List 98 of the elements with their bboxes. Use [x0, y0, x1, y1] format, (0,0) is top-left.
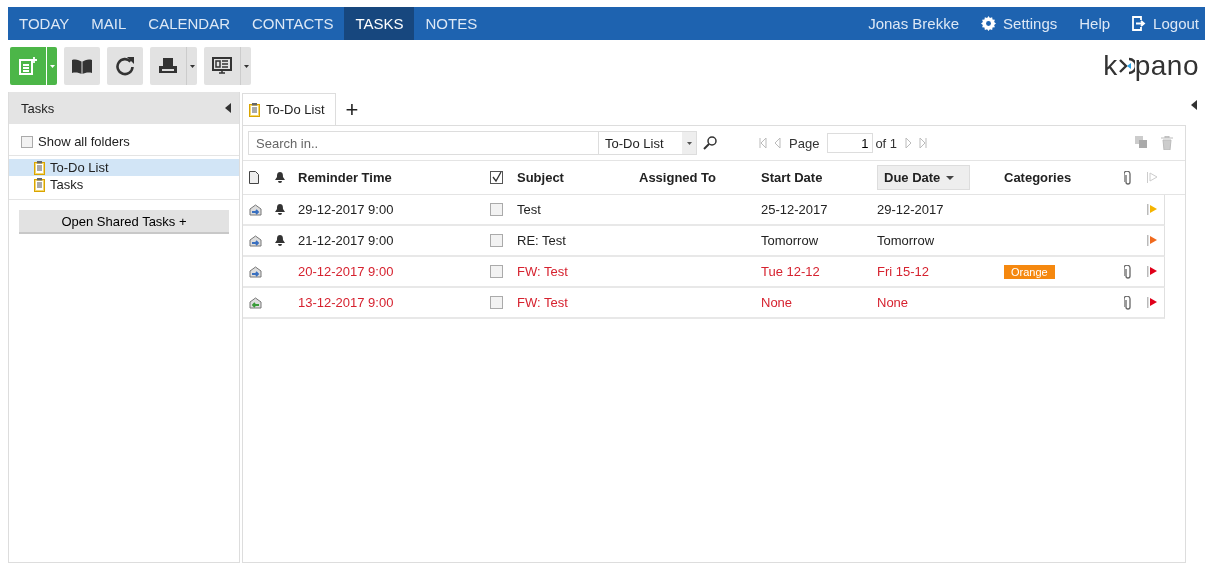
task-row[interactable]: 20-12-2017 9:00 FW: Test Tue 12-12 Fri 15-12 Orange [243, 257, 1165, 288]
search-icon[interactable] [703, 136, 717, 150]
printer-icon [158, 57, 178, 75]
flag-icon[interactable] [1147, 235, 1158, 246]
user-name[interactable]: Jonas Brekke [868, 15, 960, 32]
monitor-icon [212, 57, 232, 75]
next-page-icon[interactable] [905, 138, 912, 148]
envelope-arrow-icon [249, 203, 262, 216]
table-cell-text: None [877, 295, 910, 310]
clipboard-icon [249, 102, 260, 117]
table-cell-text: RE: Test [517, 233, 567, 248]
sidebar-title: Tasks [21, 100, 55, 116]
envelope-arrow-icon [249, 234, 262, 247]
checkbox[interactable] [490, 296, 503, 309]
table-cell-text: 29-12-2017 [877, 202, 945, 217]
open-book-icon [71, 58, 93, 74]
table-cell-text: Tue 12-12 [761, 264, 821, 279]
last-page-icon[interactable] [919, 138, 928, 148]
table-cell-text: FW: Test [517, 295, 569, 310]
address-book-button[interactable] [64, 47, 100, 85]
table-cell-text: Fri 15-12 [877, 264, 931, 279]
search-field[interactable]: Search in.. [248, 131, 599, 155]
task-row[interactable]: 29-12-2017 9:00 Test 25-12-2017 29-12-2017 [243, 195, 1165, 226]
caret-icon [243, 64, 249, 68]
table-cell-text: Tomorrow [877, 233, 936, 248]
column-header[interactable]: Reminder Time [298, 170, 490, 185]
copy-icon[interactable] [1135, 136, 1147, 148]
folder-tab[interactable]: To-Do List [242, 93, 336, 125]
print-button[interactable] [150, 47, 197, 85]
collapse-icon[interactable] [1191, 100, 1197, 110]
nav-tab[interactable]: MAIL [80, 7, 138, 40]
page-number-field[interactable]: 1 [827, 133, 874, 153]
refresh-icon [115, 56, 135, 76]
column-header[interactable]: Categories [1004, 170, 1124, 185]
clipboard-icon [34, 160, 45, 175]
column-header[interactable]: Subject [517, 170, 639, 185]
nav-tab[interactable]: CONTACTS [241, 7, 345, 40]
help-link[interactable]: Help [1079, 15, 1111, 32]
table-cell-text: 13-12-2017 9:00 [298, 295, 395, 310]
logout-icon [1132, 16, 1147, 31]
search-scope-dropdown[interactable]: To-Do List [599, 131, 697, 155]
nav-tab[interactable]: CALENDAR [137, 7, 241, 40]
document-icon[interactable] [249, 171, 259, 184]
folder-item[interactable]: Tasks [9, 176, 239, 193]
refresh-button[interactable] [107, 47, 143, 85]
first-page-icon[interactable] [759, 138, 767, 148]
nav-tab[interactable]: TASKS [344, 7, 415, 40]
checkbox[interactable] [490, 265, 503, 278]
column-header[interactable]: Due Date [877, 165, 970, 190]
checkbox[interactable] [490, 234, 503, 247]
view-button[interactable] [204, 47, 251, 85]
table-cell-text: 20-12-2017 9:00 [298, 264, 395, 279]
settings-icon [981, 16, 997, 31]
logo-text: pano [1134, 50, 1199, 82]
collapse-icon[interactable] [225, 103, 231, 113]
table-cell-text: None [761, 295, 794, 310]
checkbox[interactable] [21, 135, 33, 148]
logo-text: k [1103, 50, 1118, 82]
table-cell-text: 25-12-2017 [761, 202, 829, 217]
nav-tab[interactable]: TODAY [8, 7, 81, 40]
caret-icon [49, 64, 55, 68]
flag-outline-icon[interactable] [1147, 172, 1158, 183]
table-cell-text: FW: Test [517, 264, 569, 279]
bell-icon [274, 171, 286, 184]
table-cell-text: 29-12-2017 9:00 [298, 202, 395, 217]
caret-icon [686, 141, 692, 145]
add-tab-button[interactable]: + [335, 94, 369, 125]
column-header[interactable]: Assigned To [639, 170, 761, 185]
task-row[interactable]: 13-12-2017 9:00 FW: Test None None [243, 288, 1165, 319]
new-task-button[interactable] [10, 47, 57, 85]
nav-tab[interactable]: NOTES [414, 7, 489, 40]
open-shared-tasks-button[interactable]: Open Shared Tasks + [19, 210, 229, 234]
envelope-arrow-icon [249, 296, 262, 309]
clip-icon [1124, 170, 1132, 185]
sort-caret-icon [946, 175, 955, 180]
logo-mark-icon [1117, 56, 1135, 76]
clipboard-icon [34, 177, 45, 192]
table-cell-text: Tomorrow [761, 233, 820, 248]
table-cell-text: Test [517, 202, 542, 217]
new-task-icon [18, 56, 38, 76]
checkbox[interactable] [490, 203, 503, 216]
flag-icon[interactable] [1147, 266, 1158, 277]
envelope-arrow-icon [249, 265, 262, 278]
page-label: Page [789, 135, 820, 151]
checkbox-icon[interactable] [490, 171, 503, 184]
caret-icon [189, 64, 195, 68]
page-count: of 1 [875, 135, 898, 151]
previous-page-icon[interactable] [775, 138, 781, 148]
folder-item[interactable]: To-Do List [9, 159, 239, 176]
task-row[interactable]: 21-12-2017 9:00 RE: Test Tomorrow Tomorrow [243, 226, 1165, 257]
logout-link[interactable]: Logout [1132, 15, 1199, 32]
delete-icon[interactable] [1161, 136, 1173, 150]
table-cell-text: 21-12-2017 9:00 [298, 233, 395, 248]
column-header[interactable]: Start Date [761, 170, 877, 185]
category-tag: Orange [1004, 264, 1055, 279]
settings-link[interactable]: Settings [981, 15, 1058, 32]
flag-icon[interactable] [1147, 297, 1158, 308]
checkbox-label: Show all folders [38, 134, 130, 149]
